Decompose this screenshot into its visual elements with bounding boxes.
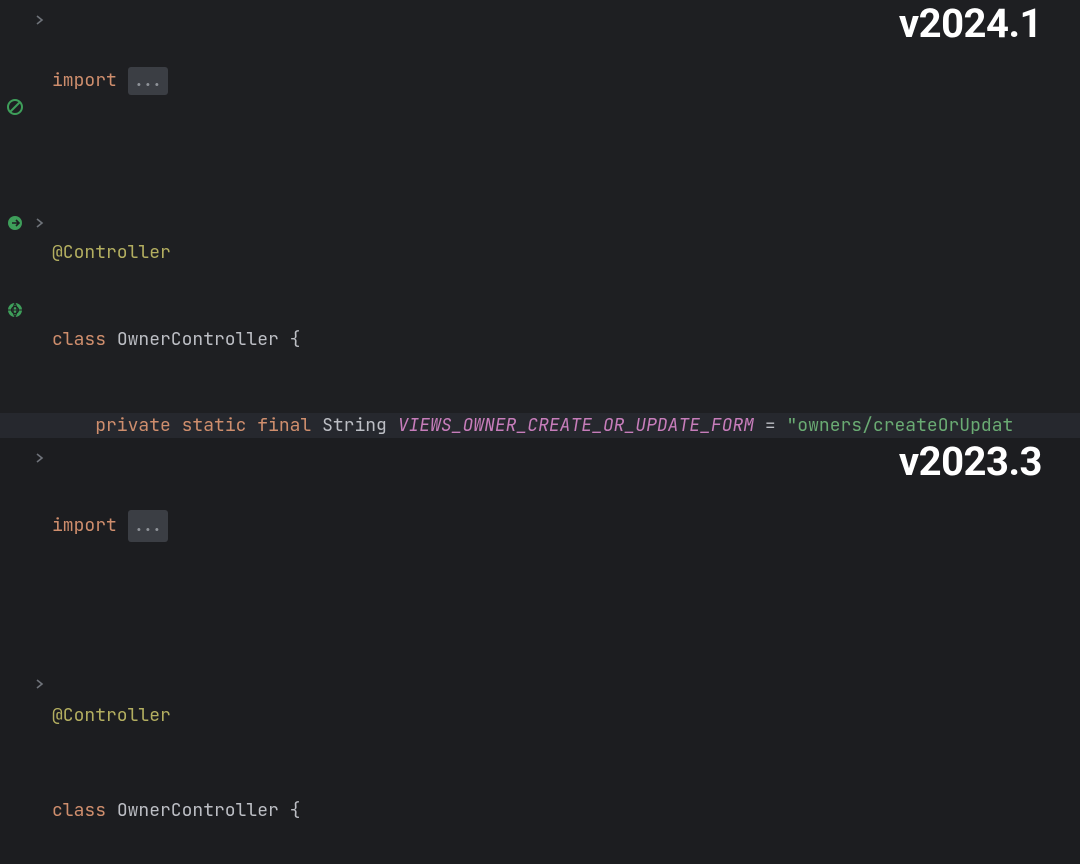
gutter-top [0,0,50,438]
const-name: VIEWS_OWNER_CREATE_OR_UPDATE_FORM [398,414,754,437]
code-area-bottom[interactable]: import ... @Controller class OwnerContro… [52,447,1080,864]
fold-chevron-icon[interactable] [34,678,46,690]
op-eq: = [754,414,786,437]
navigate-icon[interactable] [6,213,24,231]
brace: { [290,799,301,822]
editor-pane-top[interactable]: v2024.1 import ... @Controller class Own… [0,0,1080,438]
keyword-import: import [52,514,117,537]
fold-chevron-icon[interactable] [34,452,46,464]
keyword-static: static [182,414,247,437]
fold-placeholder[interactable]: ... [128,510,168,542]
annotation-controller: @Controller [52,241,171,264]
fold-placeholder[interactable]: ... [128,67,168,96]
fold-chevron-icon[interactable] [34,217,46,229]
keyword-import: import [52,69,117,92]
class-name: OwnerController [117,799,279,822]
no-entry-icon[interactable] [6,97,24,115]
annotation-controller: @Controller [52,704,171,727]
keyword-class: class [52,799,106,822]
string-literal: "owners/createOrUpdat [787,414,1014,437]
class-name: OwnerController [117,328,279,351]
web-endpoint-icon[interactable] [6,300,24,318]
type-string: String [322,414,387,437]
fold-chevron-icon[interactable] [34,14,46,26]
keyword-final: final [257,414,311,437]
editor-pane-bottom[interactable]: v2023.3 import ... @Controller class Own… [0,438,1080,864]
keyword-private: private [95,414,171,437]
gutter-bottom [0,438,50,864]
keyword-class: class [52,328,106,351]
brace: { [290,328,301,351]
code-area-top[interactable]: import ... @Controller class OwnerContro… [52,9,1080,438]
